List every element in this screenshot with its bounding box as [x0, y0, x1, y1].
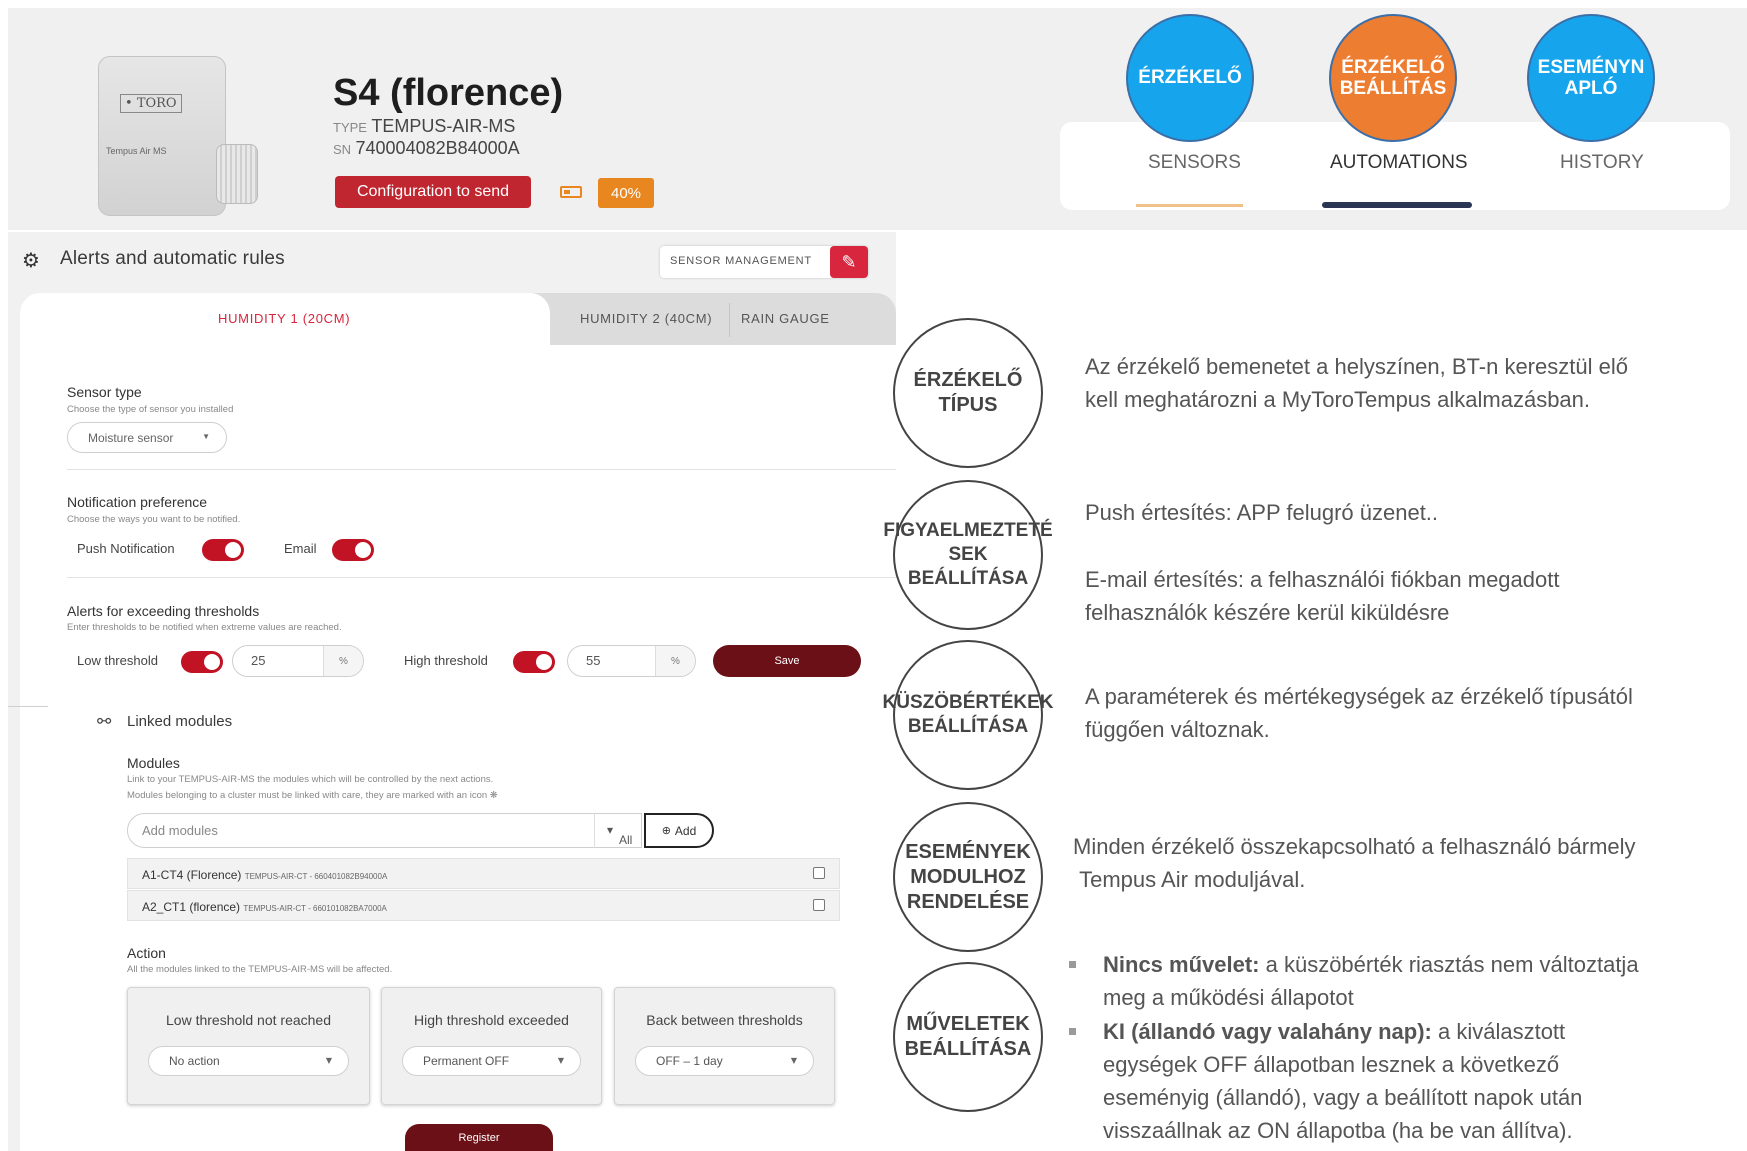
action-low-threshold: Low threshold not reached No action ▼	[127, 987, 370, 1105]
chevron-down-icon: ▼	[790, 1056, 797, 1065]
action-high-select[interactable]: Permanent OFF ▼	[402, 1046, 581, 1076]
chevron-down-icon: ▼	[557, 1056, 564, 1065]
bullet-icon	[1069, 961, 1076, 968]
battery-icon	[560, 186, 582, 198]
tab-automations-underline	[1322, 202, 1472, 208]
divider	[67, 577, 896, 578]
annotation-thresholds: A paraméterek és mértékegységek az érzék…	[1085, 684, 1633, 742]
modules-title: Modules	[127, 755, 180, 771]
battery-badge: 40%	[598, 178, 654, 208]
annotation-circle-actions: MŰVELETEK BEÁLLÍTÁSA	[893, 962, 1043, 1112]
high-threshold-input[interactable]: 55 %	[567, 645, 696, 677]
annotation-circle-thresholds: KÜSZÖBÉRTÉKEK BEÁLLÍTÁSA	[883, 640, 1054, 790]
action-between-select[interactable]: OFF – 1 day ▼	[635, 1046, 814, 1076]
annotation-push: Push értesítés: APP felugró üzenet..	[1085, 500, 1439, 525]
overlay-bubble-sensor: ÉRZÉKELŐ	[1126, 14, 1254, 142]
chevron-down-icon: ▼	[202, 432, 210, 441]
tab-divider	[729, 303, 730, 337]
annotation-linking: Minden érzékelő összekapcsolható a felha…	[1073, 834, 1636, 892]
section-title: Alerts and automatic rules	[60, 248, 285, 269]
modules-subtitle-2: Modules belonging to a cluster must be l…	[127, 790, 498, 801]
chevron-down-icon: ▼	[325, 1056, 332, 1065]
high-threshold-label: High threshold	[404, 653, 488, 668]
pencil-icon[interactable]: ✎	[830, 246, 868, 278]
module-checkbox[interactable]	[813, 867, 825, 879]
annotation-email: E-mail értesítés: a felhasználói fiókban…	[1085, 567, 1560, 625]
annotation-circle-alerts: FIGYAELMEZTETÉ SEK BEÁLLÍTÁSA	[883, 480, 1053, 630]
divider	[67, 469, 896, 470]
low-threshold-toggle[interactable]	[181, 651, 223, 673]
settings-icon: ⚙	[22, 248, 40, 272]
bullet-icon	[1069, 1028, 1076, 1035]
low-threshold-label: Low threshold	[77, 653, 158, 668]
thresholds-subtitle: Enter thresholds to be notified when ext…	[67, 622, 342, 633]
module-filter-select[interactable]: All ▾	[594, 813, 642, 848]
sensor-type-subtitle: Choose the type of sensor you installed	[67, 404, 234, 415]
device-image: • TORO Tempus Air MS	[90, 48, 260, 218]
add-modules-input[interactable]: Add modules	[127, 813, 642, 848]
share-icon: ⚯	[97, 712, 112, 731]
tab-automations[interactable]: AUTOMATIONS	[1330, 152, 1468, 174]
divider	[8, 706, 48, 707]
action-subtitle: All the modules linked to the TEMPUS-AIR…	[127, 964, 393, 975]
config-status-badge: Configuration to send	[335, 176, 531, 208]
device-title: S4 (florence)	[333, 72, 564, 114]
annotation-off-action: KI (állandó vagy valahány nap): a kivála…	[1103, 1019, 1583, 1143]
linked-modules-title: Linked modules	[127, 713, 233, 730]
action-between-thresholds: Back between thresholds OFF – 1 day ▼	[614, 987, 835, 1105]
module-checkbox[interactable]	[813, 899, 825, 911]
tab-sensors-underline	[1136, 204, 1243, 207]
annotation-circle-linking: ESEMÉNYEK MODULHOZ RENDELÉSE	[893, 802, 1043, 952]
annotation-no-action: Nincs művelet: a küszöbérték riasztás ne…	[1103, 952, 1639, 1010]
tab-humidity-1-label[interactable]: HUMIDITY 1 (20CM)	[218, 311, 350, 326]
device-type: TYPE TEMPUS-AIR-MS	[333, 116, 516, 136]
notification-subtitle: Choose the ways you want to be notified.	[67, 514, 241, 525]
tab-sensors[interactable]: SENSORS	[1148, 152, 1241, 174]
tab-rain-gauge[interactable]: RAIN GAUGE	[741, 311, 830, 326]
email-toggle[interactable]	[332, 539, 374, 561]
annotation-circle-sensor-type: ÉRZÉKELŐ TÍPUS	[893, 318, 1043, 468]
high-threshold-toggle[interactable]	[513, 651, 555, 673]
notification-title: Notification preference	[67, 494, 208, 510]
modules-subtitle-1: Link to your TEMPUS-AIR-MS the modules w…	[127, 774, 494, 785]
annotation-sensor-type: Az érzékelő bemenetet a helyszínen, BT-n…	[1085, 354, 1628, 412]
low-threshold-input[interactable]: 25 %	[232, 645, 364, 677]
action-high-threshold: High threshold exceeded Permanent OFF ▼	[381, 987, 602, 1105]
push-notification-toggle[interactable]	[202, 539, 244, 561]
cluster-icon: ❋	[489, 790, 498, 801]
sensor-management-button[interactable]: SENSOR MANAGEMENT ✎	[660, 246, 868, 278]
device-serial: SN 740004082B84000A	[333, 138, 520, 158]
action-low-select[interactable]: No action ▼	[148, 1046, 349, 1076]
thresholds-title: Alerts for exceeding thresholds	[67, 603, 260, 619]
register-button[interactable]: Register	[405, 1124, 553, 1151]
sensor-type-title: Sensor type	[67, 384, 142, 400]
save-button[interactable]: Save	[713, 645, 861, 677]
action-title: Action	[127, 945, 166, 961]
push-notification-label: Push Notification	[77, 541, 175, 556]
overlay-bubble-event-log: ESEMÉNYN APLÓ	[1527, 14, 1655, 142]
module-row[interactable]: A1-CT4 (Florence) TEMPUS-AIR-CT - 660401…	[127, 858, 840, 889]
tab-humidity-2[interactable]: HUMIDITY 2 (40CM)	[580, 311, 712, 326]
tab-history[interactable]: HISTORY	[1560, 152, 1644, 174]
module-row[interactable]: A2_CT1 (florence) TEMPUS-AIR-CT - 660101…	[127, 890, 840, 921]
plus-circle-icon: ⊕	[661, 825, 671, 837]
sensor-type-select[interactable]: Moisture sensor ▼	[67, 422, 227, 453]
percent-unit: %	[655, 646, 695, 676]
add-module-button[interactable]: ⊕ Add	[644, 813, 714, 848]
overlay-bubble-sensor-settings: ÉRZÉKELŐ BEÁLLÍTÁS	[1329, 14, 1457, 142]
percent-unit: %	[323, 646, 363, 676]
email-label: Email	[284, 541, 317, 556]
